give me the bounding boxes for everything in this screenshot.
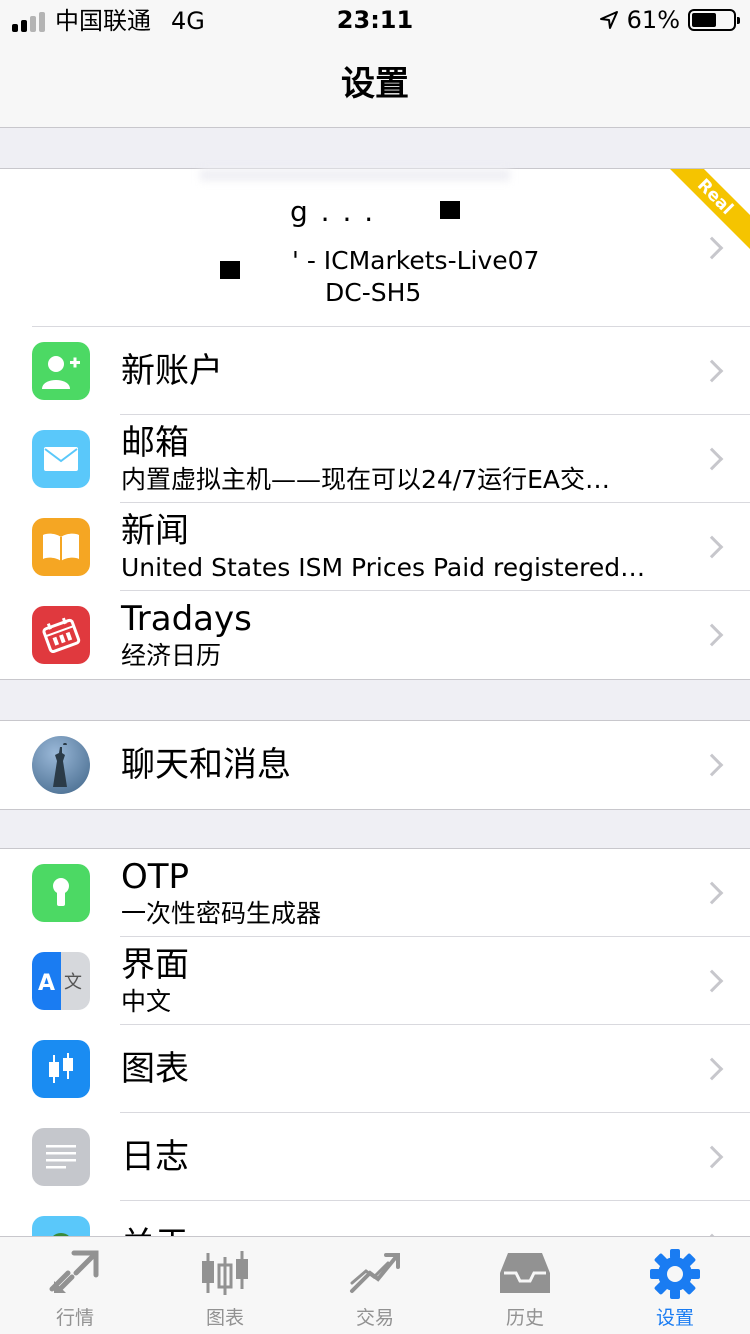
account-broker: DC-SH5: [325, 278, 422, 307]
chevron-right-icon: [700, 1057, 724, 1081]
otp-subtitle: 一次性密码生成器: [121, 899, 322, 928]
svg-text:A: A: [38, 971, 55, 996]
tab-charts-label: 图表: [205, 1307, 244, 1329]
tradays-label: Tradays: [121, 599, 252, 639]
tab-trade[interactable]: 交易: [300, 1237, 450, 1334]
journal-row[interactable]: 日志: [0, 1113, 750, 1201]
trade-icon: [350, 1253, 400, 1293]
tab-quotes[interactable]: 行情: [0, 1237, 150, 1334]
tradays-row[interactable]: Tradays 经济日历: [0, 591, 750, 679]
tab-history-label: 历史: [505, 1307, 544, 1329]
about-row[interactable]: 关于: [0, 1201, 750, 1237]
redaction-box: [440, 201, 460, 219]
translate-icon: A文: [32, 952, 90, 1010]
chevron-right-icon: [700, 359, 724, 383]
chevron-right-icon: [700, 881, 724, 905]
chevron-right-icon: [700, 447, 724, 471]
quotes-icon: [49, 1250, 99, 1293]
gear-icon: [650, 1249, 700, 1299]
chart-tab-icon: [202, 1251, 248, 1295]
tab-charts[interactable]: 图表: [150, 1237, 300, 1334]
account-name: g . . .: [290, 195, 376, 228]
book-icon: [32, 518, 90, 576]
tab-history[interactable]: 历史: [450, 1237, 600, 1334]
tab-trade-label: 交易: [355, 1307, 394, 1329]
chat-group: 聊天和消息: [0, 720, 750, 810]
account-row[interactable]: g . . . ' - ICMarkets-Live07 DC-SH5 Real: [0, 169, 750, 327]
chevron-right-icon: [700, 1145, 724, 1169]
location-icon: [599, 11, 618, 29]
nav-bar: 设置: [0, 40, 750, 128]
charts-label: 图表: [121, 1049, 189, 1089]
calendar-icon: [32, 606, 90, 664]
key-icon: [32, 864, 90, 922]
chevron-right-icon: [700, 969, 724, 993]
chat-row[interactable]: 聊天和消息: [0, 721, 750, 809]
mailbox-row[interactable]: 邮箱 内置虚拟主机——现在可以24/7运行EA交…: [0, 415, 750, 503]
interface-label: 界面: [121, 945, 189, 985]
new-account-row[interactable]: 新账户: [0, 327, 750, 415]
battery-icon: [688, 9, 740, 31]
account-server: ' - ICMarkets-Live07: [292, 246, 540, 275]
tools-group: OTP 一次性密码生成器 A文 界面 中文 图表 日志 关于: [0, 848, 750, 1238]
account-group: g . . . ' - ICMarkets-Live07 DC-SH5 Real…: [0, 168, 750, 680]
otp-label: OTP: [121, 857, 190, 897]
chat-label: 聊天和消息: [121, 745, 291, 785]
news-subtitle: United States ISM Prices Paid registered…: [121, 553, 646, 582]
tab-settings[interactable]: 设置: [600, 1237, 750, 1334]
interface-row[interactable]: A文 界面 中文: [0, 937, 750, 1025]
status-bar: 中国联通 4G 23:11 61%: [0, 0, 750, 40]
inbox-icon: [500, 1253, 550, 1293]
journal-label: 日志: [121, 1137, 189, 1177]
real-account-badge: Real: [670, 169, 750, 249]
chevron-right-icon: [700, 623, 724, 647]
otp-row[interactable]: OTP 一次性密码生成器: [0, 849, 750, 937]
news-label: 新闻: [121, 511, 189, 551]
avatar: [32, 736, 90, 794]
mail-icon: [32, 430, 90, 488]
mailbox-subtitle: 内置虚拟主机——现在可以24/7运行EA交…: [121, 465, 611, 494]
redaction-box: [220, 261, 240, 279]
charts-row[interactable]: 图表: [0, 1025, 750, 1113]
battery-percent: 61%: [626, 6, 680, 34]
svg-text:文: 文: [64, 972, 82, 993]
tab-bar: 行情 图表 交易 历史 设置: [0, 1236, 750, 1334]
add-user-icon: [32, 342, 90, 400]
tradays-subtitle: 经济日历: [121, 641, 222, 670]
journal-icon: [32, 1128, 90, 1186]
interface-subtitle: 中文: [121, 987, 172, 1016]
news-row[interactable]: 新闻 United States ISM Prices Paid registe…: [0, 503, 750, 591]
chevron-right-icon: [700, 535, 724, 559]
tab-quotes-label: 行情: [55, 1307, 94, 1329]
chevron-right-icon: [700, 753, 724, 777]
page-title: 设置: [341, 64, 409, 104]
tab-settings-label: 设置: [655, 1307, 694, 1329]
candlestick-icon: [32, 1040, 90, 1098]
mailbox-label: 邮箱: [121, 423, 189, 463]
metatrader-icon: [32, 1216, 90, 1237]
new-account-label: 新账户: [121, 351, 223, 391]
